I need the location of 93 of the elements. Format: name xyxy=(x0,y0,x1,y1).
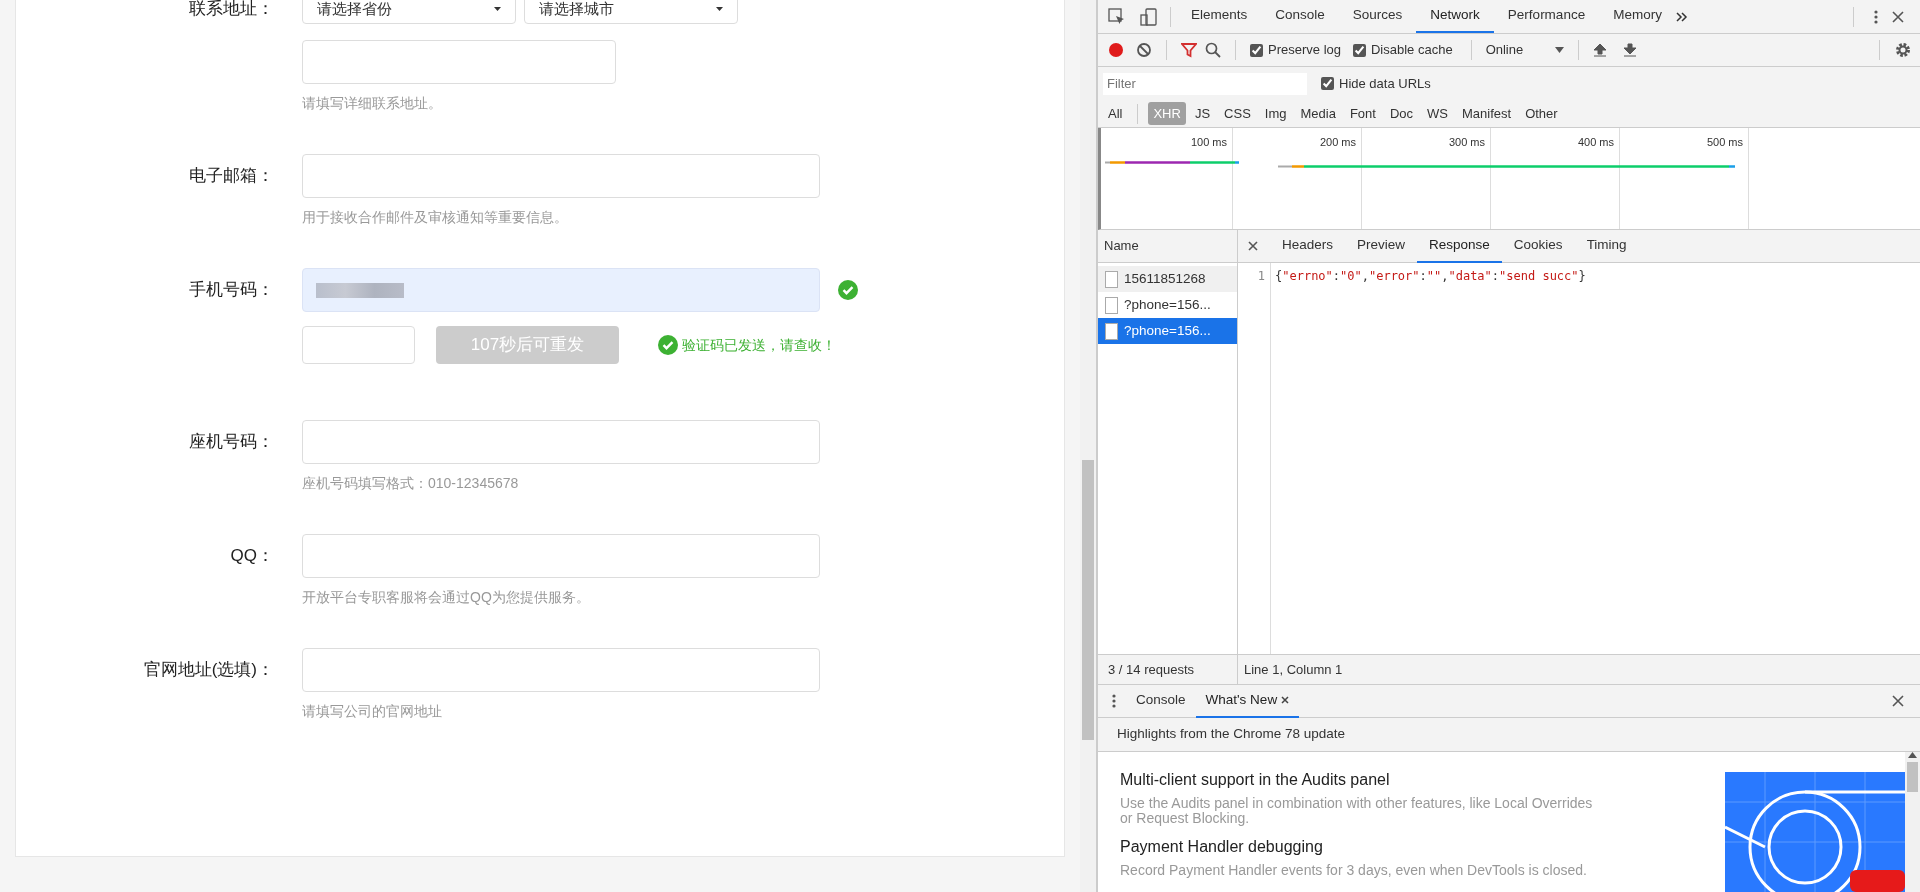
banner-text: Highlights from the Chrome 78 update xyxy=(1117,725,1346,744)
feature-title: Payment Handler debugging xyxy=(1120,836,1324,857)
field-label: 电子邮箱： xyxy=(188,165,274,187)
feature-title: Multi-client support in the Audits panel xyxy=(1120,770,1391,790)
success-message: 验证码已发送，请查收！ xyxy=(682,335,836,355)
hint-text: 用于接收合作邮件及审核通知等重要信息。 xyxy=(302,208,569,227)
checkbox-label: Disable cache xyxy=(1371,41,1453,60)
file-icon xyxy=(1105,322,1118,340)
select-dropdown[interactable]: 请选择省份 xyxy=(302,0,516,24)
status-text: Line 1, Column 1 xyxy=(1244,660,1343,679)
detail-tab[interactable]: Timing xyxy=(1574,229,1639,263)
throttling-dropdown[interactable]: Online xyxy=(1485,40,1564,60)
hint-text: 座机号码填写格式：010-12345678 xyxy=(302,474,520,493)
tick-label: 300 ms xyxy=(1448,136,1485,148)
input-field[interactable] xyxy=(302,154,820,198)
hint-text: 请填写公司的官网地址 xyxy=(302,702,443,721)
devtools-tab[interactable]: Sources xyxy=(1338,0,1417,33)
code-line: {"errno":"0","error":"","data":"send succ"} xyxy=(1275,268,1586,285)
type-filter[interactable]: Manifest xyxy=(1457,101,1517,126)
checkbox[interactable] xyxy=(1250,43,1263,57)
close-icon[interactable] xyxy=(1892,10,1904,23)
hint-text: 请填写详细联系地址。 xyxy=(302,94,443,113)
scrollbar[interactable] xyxy=(1082,460,1094,740)
tick-label: 500 ms xyxy=(1706,136,1743,148)
devtools-tab[interactable]: Performance xyxy=(1493,0,1600,33)
tick-label: 200 ms xyxy=(1319,136,1356,148)
request-item[interactable]: ?phone=156... xyxy=(1098,318,1237,344)
clear-icon[interactable] xyxy=(1136,42,1152,58)
feature-description: Record Payment Handler events for 3 days, even when DevTools is closed. xyxy=(1120,862,1588,879)
more-tabs-icon[interactable] xyxy=(1675,11,1688,22)
checkbox-label: Hide data URLs xyxy=(1339,74,1431,93)
field-label: 座机号码： xyxy=(188,431,274,453)
field-label: 手机号码： xyxy=(188,279,274,301)
input-field[interactable] xyxy=(302,648,820,692)
devtools-tab[interactable]: Memory xyxy=(1599,0,1676,33)
tick-label: 400 ms xyxy=(1577,136,1614,148)
filter-input[interactable]: Filter xyxy=(1103,72,1307,95)
close-icon xyxy=(1281,696,1290,704)
field-label: QQ： xyxy=(229,545,274,567)
request-item[interactable]: 15611851268 xyxy=(1098,266,1237,292)
input-field[interactable] xyxy=(302,40,616,84)
caret-icon xyxy=(494,7,501,11)
feature-description: Use the Audits panel in combination with other features, like Local Overrides or Request Blocking. xyxy=(1120,796,1594,827)
field-label: 官网地址(选填)： xyxy=(142,659,274,681)
detail-tab[interactable]: Headers xyxy=(1270,229,1346,263)
file-icon xyxy=(1105,296,1118,314)
type-filter[interactable]: Img xyxy=(1259,101,1292,126)
file-icon xyxy=(1105,270,1118,288)
type-filter[interactable]: CSS xyxy=(1219,101,1256,126)
download-icon[interactable] xyxy=(1622,43,1637,57)
type-filter[interactable]: Font xyxy=(1344,101,1381,126)
type-filter[interactable]: JS xyxy=(1189,101,1216,126)
devtools-tab[interactable]: Elements xyxy=(1177,0,1262,33)
phone-input-field[interactable] xyxy=(302,268,820,312)
checkbox[interactable] xyxy=(1353,43,1366,57)
checkbox-label: Preserve log xyxy=(1268,41,1341,60)
select-dropdown[interactable]: 请选择城市 xyxy=(524,0,738,24)
field-label: 联系地址： xyxy=(188,0,274,20)
type-filter[interactable]: Doc xyxy=(1384,101,1419,126)
device-icon[interactable] xyxy=(1140,7,1158,26)
type-filter[interactable]: WS xyxy=(1422,101,1453,126)
input-field[interactable] xyxy=(302,534,820,578)
request-item[interactable]: ?phone=156... xyxy=(1098,292,1237,318)
type-filter[interactable]: All xyxy=(1103,101,1128,126)
more-options-icon[interactable] xyxy=(1112,694,1116,708)
close-icon[interactable] xyxy=(1248,241,1258,251)
type-filter[interactable]: Other xyxy=(1520,101,1563,126)
inspect-icon[interactable] xyxy=(1108,7,1126,26)
column-header: Name xyxy=(1104,237,1139,256)
caret-icon xyxy=(1554,47,1564,53)
scrollbar[interactable] xyxy=(1907,762,1918,792)
devtools-tab[interactable]: Console xyxy=(1261,0,1339,33)
detail-tab[interactable]: Response xyxy=(1417,229,1502,263)
upload-icon[interactable] xyxy=(1592,43,1607,57)
line-number: 1 xyxy=(1256,268,1265,285)
record-button[interactable] xyxy=(1108,42,1124,58)
caret-icon xyxy=(716,7,723,11)
tick-label: 100 ms xyxy=(1190,136,1227,148)
type-filter[interactable]: Media xyxy=(1295,101,1341,126)
drawer-tab[interactable]: Console xyxy=(1126,684,1196,718)
status-text: 3 / 14 requests xyxy=(1108,660,1194,679)
hint-text: 开放平台专职客服将会通过QQ为您提供服务。 xyxy=(302,588,591,607)
input-field[interactable] xyxy=(302,420,820,464)
more-options-icon[interactable] xyxy=(1874,9,1878,24)
search-icon[interactable] xyxy=(1205,42,1221,58)
check-circle-icon xyxy=(658,335,678,355)
detail-tab[interactable]: Cookies xyxy=(1501,229,1575,263)
filter-icon[interactable] xyxy=(1181,42,1197,58)
close-icon[interactable] xyxy=(1892,695,1904,707)
code-input-field[interactable] xyxy=(302,326,415,364)
settings-icon[interactable] xyxy=(1894,41,1912,59)
checkbox[interactable] xyxy=(1321,77,1334,90)
detail-tab[interactable]: Preview xyxy=(1345,229,1418,263)
